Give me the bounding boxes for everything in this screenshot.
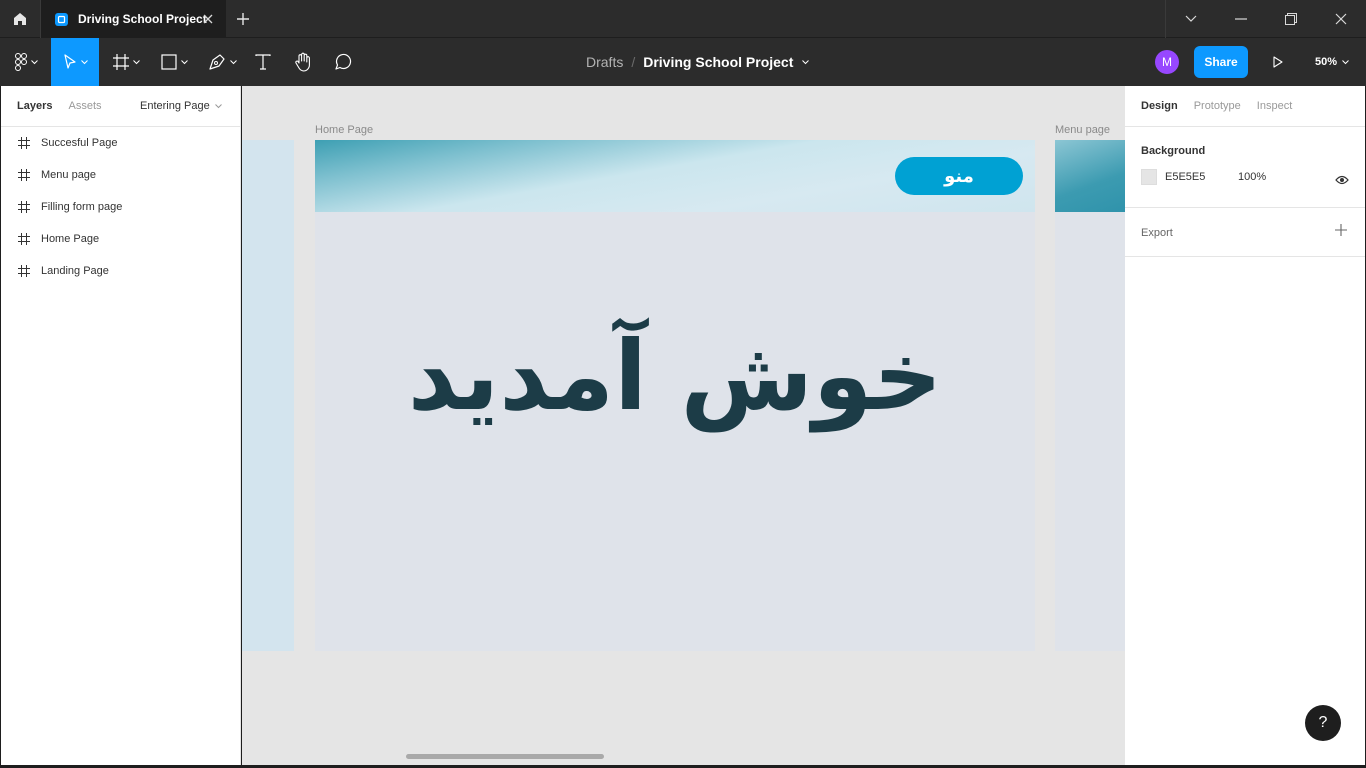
left-panel-tabs: Layers Assets Entering Page: [1, 86, 240, 127]
move-tool[interactable]: [51, 38, 99, 86]
layers-panel: Layers Assets Entering Page Succesful Pa…: [1, 86, 241, 765]
layer-item[interactable]: Filling form page: [1, 191, 240, 223]
chevron-down-icon: [1342, 59, 1349, 64]
chevron-down-icon: [1185, 15, 1197, 22]
frame-icon: [18, 233, 30, 245]
text-tool[interactable]: [248, 38, 278, 86]
figma-logo-icon: [14, 53, 27, 71]
layer-name: Succesful Page: [41, 137, 118, 149]
background-hex[interactable]: E5E5E5: [1165, 171, 1238, 183]
tab-assets[interactable]: Assets: [68, 100, 101, 112]
layer-item[interactable]: Home Page: [1, 223, 240, 255]
zoom-level: 50%: [1315, 56, 1338, 68]
chevron-down-icon: [30, 59, 38, 64]
background-section: Background E5E5E5 100%: [1125, 127, 1365, 208]
properties-panel: Design Prototype Inspect Background E5E5…: [1125, 86, 1365, 765]
frame-icon: [18, 201, 30, 213]
chevron-down-icon: [80, 59, 88, 64]
right-panel-tabs: Design Prototype Inspect: [1125, 86, 1365, 127]
plus-icon: [237, 13, 249, 25]
frame-icon: [18, 137, 30, 149]
zoom-menu[interactable]: 50%: [1315, 38, 1349, 86]
pen-icon: [208, 54, 225, 70]
close-tab-icon[interactable]: [200, 11, 216, 27]
close-icon: [1335, 13, 1347, 25]
comment-tool[interactable]: [328, 38, 358, 86]
welcome-text: خوش آمدید: [407, 320, 945, 432]
frame-icon: [18, 265, 30, 277]
tab-layers[interactable]: Layers: [17, 100, 52, 112]
share-button[interactable]: Share: [1194, 46, 1248, 78]
text-icon: [255, 54, 271, 70]
chevron-down-icon: [229, 59, 237, 64]
tab-design[interactable]: Design: [1141, 100, 1178, 112]
title-bar: Driving School Project: [0, 0, 1366, 38]
tab-prototype[interactable]: Prototype: [1194, 100, 1241, 112]
breadcrumb: Drafts / Driving School Project: [586, 38, 810, 86]
layer-name: Menu page: [41, 169, 97, 181]
frame-icon: [112, 54, 129, 70]
shape-tool[interactable]: [152, 38, 196, 86]
main-menu-button[interactable]: [4, 38, 48, 86]
chevron-down-icon[interactable]: [802, 59, 810, 65]
frame-label-menu[interactable]: Menu page: [1055, 124, 1110, 136]
breadcrumb-drafts[interactable]: Drafts: [586, 54, 623, 70]
frame-header: [1055, 140, 1125, 212]
frame-label-home[interactable]: Home Page: [315, 124, 373, 136]
layer-name: Landing Page: [41, 265, 109, 277]
figma-file-icon: [55, 12, 68, 26]
frame-tool[interactable]: [104, 38, 148, 86]
eye-icon[interactable]: [1335, 175, 1349, 185]
background-row: E5E5E5 100%: [1125, 157, 1365, 197]
present-button[interactable]: [1268, 52, 1288, 72]
background-opacity[interactable]: 100%: [1238, 171, 1266, 183]
pen-tool[interactable]: [200, 38, 244, 86]
minimize-icon: [1235, 18, 1247, 20]
home-icon: [14, 13, 26, 25]
chevron-down-icon: [214, 103, 222, 108]
avatar[interactable]: M: [1155, 50, 1179, 74]
toolbar: Drafts / Driving School Project M Share …: [0, 38, 1366, 86]
frame-icon: [18, 169, 30, 181]
frame-partial-left[interactable]: [242, 140, 294, 651]
restore-icon: [1285, 13, 1297, 25]
minimize-button[interactable]: [1216, 0, 1266, 38]
hand-icon: [295, 52, 310, 72]
close-window-button[interactable]: [1316, 0, 1366, 38]
chevron-down-icon: [132, 59, 140, 64]
breadcrumb-file-name[interactable]: Driving School Project: [643, 54, 793, 70]
layer-item[interactable]: Menu page: [1, 159, 240, 191]
canvas[interactable]: Home Page منو خوش آمدید Menu page: [242, 86, 1125, 765]
file-tab[interactable]: Driving School Project: [41, 0, 226, 38]
rectangle-icon: [160, 54, 177, 70]
export-title: Export: [1141, 226, 1173, 239]
tab-inspect[interactable]: Inspect: [1257, 100, 1292, 112]
layer-name: Home Page: [41, 233, 100, 245]
play-icon: [1273, 56, 1283, 68]
background-title: Background: [1141, 145, 1206, 157]
current-page-label: Entering Page: [140, 100, 210, 112]
menu-button[interactable]: منو: [895, 157, 1023, 195]
horizontal-scrollbar[interactable]: [406, 754, 604, 759]
layer-item[interactable]: Landing Page: [1, 255, 240, 287]
layer-item[interactable]: Succesful Page: [1, 127, 240, 159]
page-selector[interactable]: Entering Page: [140, 100, 222, 112]
frame-home-page[interactable]: منو خوش آمدید: [315, 140, 1035, 651]
export-section: Export: [1125, 208, 1365, 257]
new-tab-button[interactable]: [234, 10, 252, 28]
plus-icon[interactable]: [1335, 224, 1347, 236]
hand-tool[interactable]: [288, 38, 318, 86]
help-button[interactable]: ?: [1305, 705, 1341, 741]
frame-menu-page[interactable]: [1055, 140, 1125, 651]
chevron-down-icon: [180, 59, 188, 64]
breadcrumb-separator: /: [631, 54, 636, 70]
cursor-icon: [63, 54, 76, 69]
restore-button[interactable]: [1266, 0, 1316, 38]
color-swatch[interactable]: [1141, 169, 1157, 185]
home-button[interactable]: [0, 0, 41, 38]
tab-title: Driving School Project: [78, 12, 207, 26]
comment-icon: [335, 53, 352, 70]
tabs-dropdown-button[interactable]: [1166, 0, 1216, 38]
layer-name: Filling form page: [41, 201, 123, 213]
